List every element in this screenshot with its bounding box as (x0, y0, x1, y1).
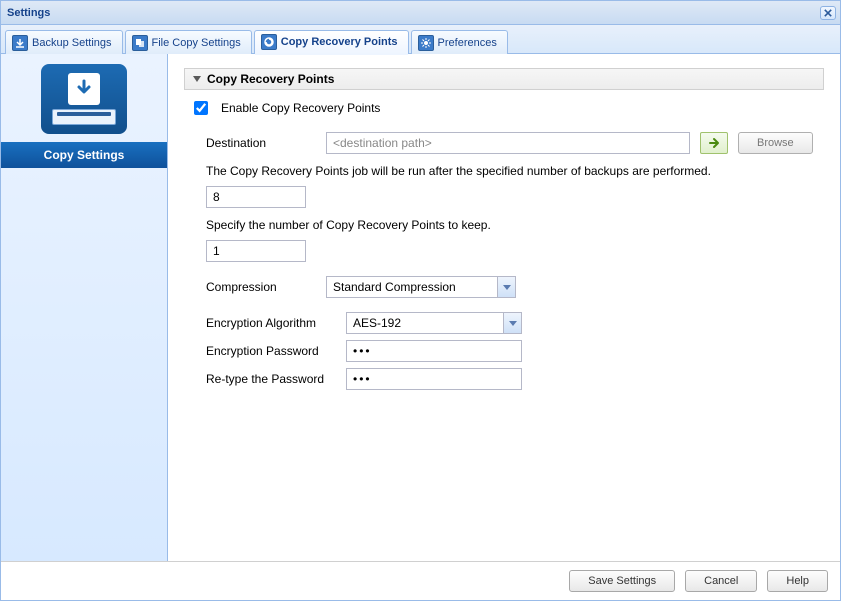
encryption-algorithm-combo[interactable] (346, 312, 522, 334)
enable-checkbox[interactable] (194, 101, 208, 115)
enable-label: Enable Copy Recovery Points (221, 101, 380, 115)
chevron-down-icon[interactable] (497, 277, 515, 297)
section-title: Copy Recovery Points (207, 72, 334, 86)
download-arrow-icon (68, 73, 100, 105)
encryption-algorithm-label: Encryption Algorithm (206, 316, 336, 330)
chevron-down-icon[interactable] (503, 313, 521, 333)
encryption-password-input[interactable] (346, 340, 522, 362)
tab-label: Copy Recovery Points (281, 36, 398, 48)
encryption-algorithm-value[interactable] (346, 312, 522, 334)
cancel-button[interactable]: Cancel (685, 570, 757, 592)
drive-icon (52, 109, 116, 125)
destination-input[interactable] (326, 132, 690, 154)
close-icon (824, 9, 832, 17)
backups-count-input[interactable] (206, 186, 306, 208)
footer: Save Settings Cancel Help (1, 561, 840, 600)
copy-settings-icon (41, 64, 127, 134)
tab-strip: Backup Settings File Copy Settings Copy … (1, 25, 840, 54)
backup-icon (12, 35, 28, 51)
settings-window: Settings Backup Settings File Copy Setti… (0, 0, 841, 601)
run-description: The Copy Recovery Points job will be run… (206, 164, 824, 178)
help-button[interactable]: Help (767, 570, 828, 592)
tab-label: Preferences (438, 37, 497, 49)
titlebar: Settings (1, 1, 840, 25)
enable-row: Enable Copy Recovery Points (190, 98, 824, 118)
destination-label: Destination (206, 136, 316, 150)
compression-combo[interactable] (326, 276, 516, 298)
retype-password-input[interactable] (346, 368, 522, 390)
browse-button[interactable]: Browse (738, 132, 813, 154)
encryption-password-label: Encryption Password (206, 344, 336, 358)
file-copy-icon (132, 35, 148, 51)
tab-preferences[interactable]: Preferences (411, 30, 508, 54)
sidebar: Copy Settings (1, 54, 168, 561)
close-button[interactable] (820, 6, 836, 20)
save-settings-button[interactable]: Save Settings (569, 570, 675, 592)
tab-backup-settings[interactable]: Backup Settings (5, 30, 123, 54)
compression-label: Compression (206, 280, 316, 294)
collapse-icon (193, 76, 201, 82)
main-panel: Copy Recovery Points Enable Copy Recover… (168, 54, 840, 561)
preferences-icon (418, 35, 434, 51)
tab-file-copy-settings[interactable]: File Copy Settings (125, 30, 252, 54)
retype-password-label: Re-type the Password (206, 372, 336, 386)
window-title: Settings (7, 7, 50, 19)
sidebar-label: Copy Settings (1, 142, 167, 168)
compression-value[interactable] (326, 276, 516, 298)
tab-label: File Copy Settings (152, 37, 241, 49)
tab-label: Backup Settings (32, 37, 112, 49)
arrow-right-icon (708, 137, 720, 149)
form-area: Destination Browse The Copy Recovery Poi… (206, 132, 824, 390)
keep-count-input[interactable] (206, 240, 306, 262)
tab-copy-recovery-points[interactable]: Copy Recovery Points (254, 30, 409, 54)
go-button[interactable] (700, 132, 728, 154)
keep-description: Specify the number of Copy Recovery Poin… (206, 218, 824, 232)
section-header[interactable]: Copy Recovery Points (184, 68, 824, 90)
content-area: Copy Settings Copy Recovery Points Enabl… (1, 54, 840, 561)
recovery-points-icon (261, 34, 277, 50)
